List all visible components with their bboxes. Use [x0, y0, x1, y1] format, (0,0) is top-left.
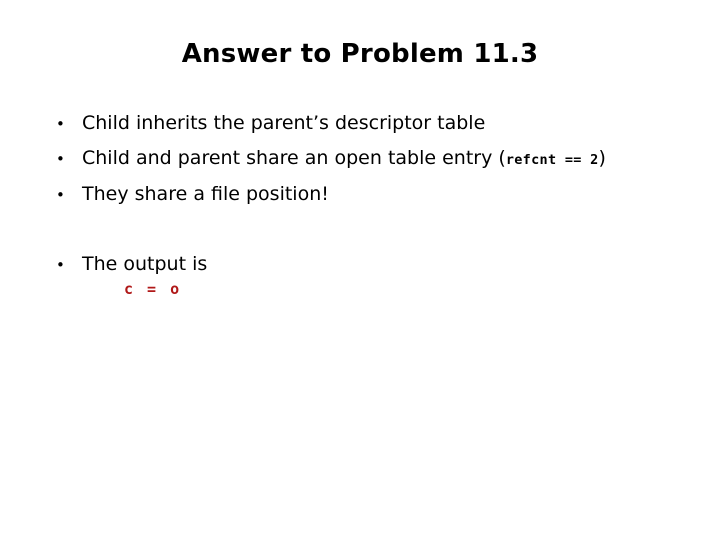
open-paren: ( — [498, 147, 506, 169]
slide-canvas: Answer to Problem 11.3 • Child inherits … — [0, 0, 720, 540]
bullet-point-icon: • — [56, 256, 65, 274]
list-item-text-segment: Child and parent share an open table ent… — [82, 147, 499, 169]
list-item: • They share a file position! — [56, 177, 704, 212]
list-item: • Child and parent share an open table e… — [56, 141, 704, 177]
close-paren: ) — [598, 147, 606, 169]
bullet-point-icon: • — [56, 186, 65, 204]
list-item-label: Child and parent share an open table ent… — [82, 141, 606, 177]
program-output-code: c = o — [124, 280, 182, 298]
inline-code-refcnt: refcnt == 2 — [505, 152, 599, 168]
list-item: • Child inherits the parent’s descriptor… — [56, 106, 704, 141]
bullet-point-icon: • — [56, 150, 65, 168]
list-item-label: Child inherits the parent’s descriptor t… — [82, 112, 486, 134]
bullet-point-icon: • — [56, 115, 65, 133]
list-item-label: The output is — [82, 253, 208, 275]
list-item: • The output is — [56, 247, 704, 282]
list-item-label: They share a file position! — [82, 183, 329, 205]
bullet-list: • Child inherits the parent’s descriptor… — [56, 106, 704, 282]
page-title: Answer to Problem 11.3 — [181, 39, 539, 69]
